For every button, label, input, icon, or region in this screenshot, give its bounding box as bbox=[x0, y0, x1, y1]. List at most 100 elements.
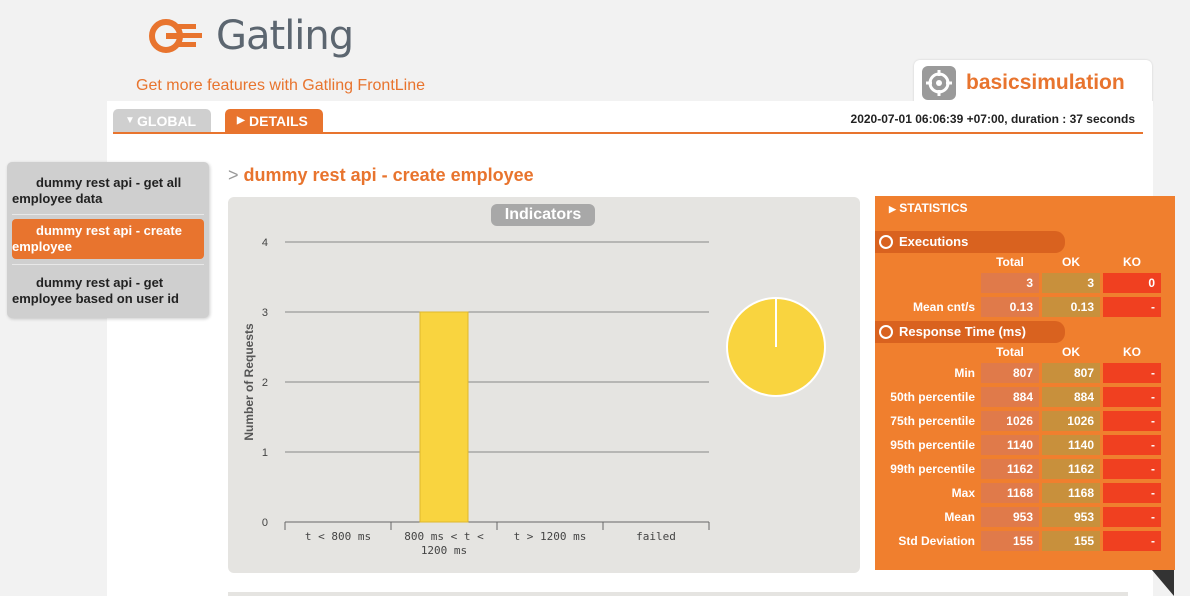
stat-cell-ko: - bbox=[1103, 297, 1161, 317]
stat-cell-ko: - bbox=[1103, 363, 1161, 383]
x-tick-label: failed bbox=[636, 530, 676, 543]
run-info: 2020-07-01 06:06:39 +07:00, duration : 3… bbox=[850, 112, 1135, 126]
tab-details[interactable]: ▶ DETAILS bbox=[225, 109, 323, 133]
panel-corner bbox=[1152, 570, 1174, 596]
stat-cell-ok: 884 bbox=[1042, 387, 1100, 407]
y-tick-label: 3 bbox=[262, 307, 268, 319]
request-title-arrow: > bbox=[228, 165, 239, 185]
caret-right-icon: ▶ bbox=[889, 204, 896, 214]
stat-row-label: Max bbox=[951, 486, 975, 500]
stat-cell-ok: 807 bbox=[1042, 363, 1100, 383]
sidebar-divider bbox=[12, 264, 204, 265]
refresh-icon bbox=[879, 235, 893, 249]
stat-cell-ok: 3 bbox=[1042, 273, 1100, 293]
col-ok: OK bbox=[1062, 255, 1080, 269]
next-panel-edge bbox=[228, 592, 1128, 596]
stat-cell-total: 155 bbox=[981, 531, 1039, 551]
indicators-panel: Indicators 01234t < 800 ms 800 ms < t <12… bbox=[228, 197, 860, 573]
stat-cell-ok: 953 bbox=[1042, 507, 1100, 527]
x-tick-label: t < 800 ms bbox=[305, 530, 371, 543]
frontline-link[interactable]: Get more features with Gatling FrontLine bbox=[136, 77, 425, 95]
caret-down-icon: ▼ bbox=[125, 115, 135, 126]
stat-cell-total: 1140 bbox=[981, 435, 1039, 455]
executions-header: Executions bbox=[875, 231, 1065, 253]
response-time-label: Response Time (ms) bbox=[899, 324, 1026, 339]
stat-cell-ok: 1026 bbox=[1042, 411, 1100, 431]
stat-cell-ko: - bbox=[1103, 507, 1161, 527]
y-tick-label: 0 bbox=[262, 517, 268, 529]
stat-cell-ko: - bbox=[1103, 531, 1161, 551]
stat-cell-total: 1026 bbox=[981, 411, 1039, 431]
stat-cell-total: 807 bbox=[981, 363, 1039, 383]
sidebar-item-create-employee[interactable]: dummy rest api - create employee bbox=[12, 219, 204, 259]
gatling-logo-icon bbox=[149, 19, 202, 53]
stat-cell-ok: 0.13 bbox=[1042, 297, 1100, 317]
stat-cell-ko: - bbox=[1103, 387, 1161, 407]
statistics-title: ▶ STATISTICS bbox=[889, 201, 968, 215]
sidebar-item-label-line2: employee bbox=[12, 239, 72, 254]
sidebar-item-get-all-employee[interactable]: dummy rest api - get all employee data bbox=[12, 175, 204, 207]
y-axis-label: Number of Requests bbox=[242, 323, 256, 441]
executions-label: Executions bbox=[899, 234, 969, 249]
col-total: Total bbox=[996, 255, 1024, 269]
stat-cell-ko: - bbox=[1103, 483, 1161, 503]
stat-cell-total: 1162 bbox=[981, 459, 1039, 479]
sidebar-item-label-line2: employee data bbox=[12, 191, 103, 206]
col-ko: KO bbox=[1123, 255, 1141, 269]
stat-cell-total: 1168 bbox=[981, 483, 1039, 503]
request-sidebar: dummy rest api - get all employee data d… bbox=[7, 162, 209, 318]
sidebar-item-label-line1: dummy rest api - get bbox=[36, 275, 164, 290]
y-tick-label: 4 bbox=[262, 237, 268, 249]
statistics-panel: ▶ STATISTICS Executions Total OK KO 330M… bbox=[875, 196, 1175, 570]
x-tick-label: t > 1200 ms bbox=[514, 530, 587, 543]
gatling-logo[interactable]: Gatling bbox=[148, 12, 354, 60]
stat-cell-ok: 155 bbox=[1042, 531, 1100, 551]
sidebar-item-get-employee-by-id[interactable]: dummy rest api - get employee based on u… bbox=[12, 275, 204, 307]
col-total: Total bbox=[996, 345, 1024, 359]
stat-cell-ok: 1162 bbox=[1042, 459, 1100, 479]
stat-cell-total: 884 bbox=[981, 387, 1039, 407]
stat-row-label: 75th percentile bbox=[890, 414, 975, 428]
x-tick-label: 800 ms < t < bbox=[404, 530, 484, 543]
request-title-text: dummy rest api - create employee bbox=[243, 165, 534, 185]
y-tick-label: 2 bbox=[262, 377, 268, 389]
sidebar-divider bbox=[12, 214, 204, 215]
indicators-chart: 0 1 2 3 4 t < 800 ms 800 ms < t <1200 ms t > 12… bbox=[242, 237, 826, 557]
simulation-name: basicsimulation bbox=[966, 71, 1125, 94]
y-tick-label: 1 bbox=[262, 447, 268, 459]
stat-row-label: Mean bbox=[944, 510, 975, 524]
stat-cell-ok: 1140 bbox=[1042, 435, 1100, 455]
stat-row-label: Mean cnt/s bbox=[912, 300, 975, 314]
tab-divider bbox=[113, 132, 1143, 134]
stat-cell-ko: - bbox=[1103, 411, 1161, 431]
stat-row-label: Std Deviation bbox=[898, 534, 975, 548]
bar bbox=[419, 311, 469, 523]
logo-text: Gatling bbox=[216, 13, 354, 59]
x-tick-label: 1200 ms bbox=[421, 544, 467, 557]
sidebar-item-label-line2: employee based on user id bbox=[12, 291, 179, 306]
stat-cell-ko: 0 bbox=[1103, 273, 1161, 293]
request-title: > dummy rest api - create employee bbox=[228, 165, 534, 186]
tab-global-label: GLOBAL bbox=[137, 113, 197, 129]
stat-cell-total: 0.13 bbox=[981, 297, 1039, 317]
stat-row-label: Min bbox=[954, 366, 975, 380]
statistics-title-text: STATISTICS bbox=[899, 201, 968, 215]
stat-cell-total: 3 bbox=[981, 273, 1039, 293]
stat-cell-total: 953 bbox=[981, 507, 1039, 527]
target-icon bbox=[922, 66, 956, 100]
stat-cell-ko: - bbox=[1103, 459, 1161, 479]
response-time-header: Response Time (ms) bbox=[875, 321, 1065, 343]
clock-icon bbox=[879, 325, 893, 339]
stat-cell-ko: - bbox=[1103, 435, 1161, 455]
sidebar-item-label-line1: dummy rest api - get all bbox=[36, 175, 182, 190]
col-ko: KO bbox=[1123, 345, 1141, 359]
stat-row-label: 50th percentile bbox=[890, 390, 975, 404]
tab-details-label: DETAILS bbox=[249, 113, 308, 129]
sidebar-item-label-line1: dummy rest api - create bbox=[36, 223, 182, 238]
stat-cell-ok: 1168 bbox=[1042, 483, 1100, 503]
stat-row-label: 99th percentile bbox=[890, 462, 975, 476]
col-ok: OK bbox=[1062, 345, 1080, 359]
stat-row-label: 95th percentile bbox=[890, 438, 975, 452]
tab-global[interactable]: ▼ GLOBAL bbox=[113, 109, 211, 133]
simulation-header: basicsimulation bbox=[914, 60, 1152, 106]
